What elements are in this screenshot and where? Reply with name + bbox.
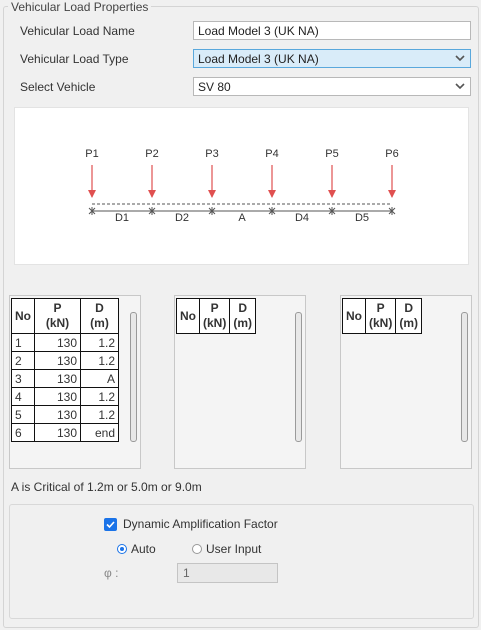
header-p-unit: (kN) bbox=[203, 316, 227, 330]
chevron-down-icon bbox=[455, 83, 465, 90]
header-no: No bbox=[342, 298, 366, 334]
vehicular-load-type-select[interactable]: Load Model 3 (UK NA) bbox=[193, 49, 471, 68]
td-no[interactable]: 4 bbox=[11, 387, 35, 406]
daf-checkbox-label: Dynamic Amplification Factor bbox=[123, 517, 278, 531]
table-scrollbar[interactable] bbox=[295, 312, 302, 442]
header-p-label: P bbox=[210, 301, 219, 315]
header-d-label: D bbox=[404, 301, 414, 315]
table-scrollbar[interactable] bbox=[130, 312, 137, 442]
td-p[interactable]: 130 bbox=[34, 405, 81, 424]
axle-load-table-3[interactable]: No P (kN) D (m) bbox=[340, 295, 472, 469]
chevron-down-icon bbox=[455, 55, 465, 62]
header-d: D (m) bbox=[229, 298, 257, 334]
table-row[interactable]: 4 130 1.2 bbox=[11, 387, 119, 406]
group-title: Vehicular Load Properties bbox=[8, 0, 152, 14]
load-label-4: P4 bbox=[265, 148, 278, 160]
load-label-2: P2 bbox=[145, 148, 158, 160]
header-p-label: P bbox=[53, 301, 62, 315]
load-label-5: P5 bbox=[325, 148, 338, 160]
axle-load-grid: No P (kN) D (m) 1 130 1.2 2 130 1.2 3 130 A 4 130 1.2… bbox=[11, 298, 119, 442]
axle-load-table-2[interactable]: No P (kN) D (m) bbox=[174, 295, 306, 469]
spacing-label-2: D2 bbox=[175, 212, 189, 224]
td-p[interactable]: 130 bbox=[34, 369, 81, 388]
spacing-label-5: D5 bbox=[355, 212, 369, 224]
td-d[interactable]: 1.2 bbox=[80, 351, 119, 370]
td-p[interactable]: 130 bbox=[34, 351, 81, 370]
header-d-unit: (m) bbox=[399, 316, 419, 330]
select-vehicle-select[interactable]: SV 80 bbox=[193, 77, 471, 96]
header-d: D (m) bbox=[395, 298, 423, 334]
select-vehicle-label: Select Vehicle bbox=[20, 80, 96, 94]
radio-auto[interactable] bbox=[117, 544, 127, 554]
radio-user-input-label: User Input bbox=[206, 542, 262, 556]
header-d-unit: (m) bbox=[233, 316, 253, 330]
table-row[interactable]: 2 130 1.2 bbox=[11, 351, 119, 370]
table-row[interactable]: 3 130 A bbox=[11, 369, 119, 388]
radio-auto-label: Auto bbox=[131, 542, 156, 556]
header-d: D (m) bbox=[80, 298, 119, 334]
td-no[interactable]: 3 bbox=[11, 369, 35, 388]
header-p: P (kN) bbox=[364, 298, 397, 334]
td-d[interactable]: 1.2 bbox=[80, 333, 119, 352]
select-vehicle-value: SV 80 bbox=[198, 80, 231, 94]
td-d[interactable]: 1.2 bbox=[80, 405, 119, 424]
header-no: No bbox=[176, 298, 200, 334]
vehicle-load-diagram: P1 P2 P3 P4 P5 P6 D1 D2 A D4 D5 bbox=[14, 107, 469, 265]
table-scrollbar[interactable] bbox=[461, 312, 468, 442]
td-d[interactable]: end bbox=[80, 423, 119, 442]
td-d[interactable]: 1.2 bbox=[80, 387, 119, 406]
header-p: P (kN) bbox=[34, 298, 81, 334]
td-p[interactable]: 130 bbox=[34, 387, 81, 406]
vehicular-load-name-value: Load Model 3 (UK NA) bbox=[198, 24, 319, 38]
critical-spacing-note: A is Critical of 1.2m or 5.0m or 9.0m bbox=[11, 480, 202, 494]
td-no[interactable]: 2 bbox=[11, 351, 35, 370]
vehicle-diagram-svg: P1 P2 P3 P4 P5 P6 D1 D2 A D4 D5 bbox=[85, 148, 398, 224]
header-p-label: P bbox=[376, 301, 385, 315]
phi-value: 1 bbox=[183, 566, 190, 580]
axle-load-grid: No P (kN) D (m) bbox=[176, 298, 257, 334]
load-label-1: P1 bbox=[85, 148, 98, 160]
table-row[interactable]: 6 130 end bbox=[11, 423, 119, 442]
table-row[interactable]: 1 130 1.2 bbox=[11, 333, 119, 352]
td-no[interactable]: 1 bbox=[11, 333, 35, 352]
phi-label: φ : bbox=[104, 566, 119, 580]
axle-load-table-1[interactable]: No P (kN) D (m) 1 130 1.2 2 130 1.2 3 130 A 4 130 1.2… bbox=[9, 295, 141, 469]
check-icon bbox=[106, 521, 115, 529]
spacing-label-3: A bbox=[238, 212, 246, 224]
load-label-6: P6 bbox=[385, 148, 398, 160]
header-d-unit: (m) bbox=[90, 316, 109, 330]
td-d[interactable]: A bbox=[80, 369, 119, 388]
header-d-label: D bbox=[238, 301, 248, 315]
phi-input: 1 bbox=[177, 563, 278, 583]
daf-checkbox[interactable] bbox=[104, 518, 117, 531]
td-p[interactable]: 130 bbox=[34, 333, 81, 352]
header-d-label: D bbox=[95, 301, 104, 315]
vehicular-load-name-input[interactable]: Load Model 3 (UK NA) bbox=[193, 21, 471, 40]
table-row[interactable]: 5 130 1.2 bbox=[11, 405, 119, 424]
vehicular-load-type-label: Vehicular Load Type bbox=[20, 52, 129, 66]
vehicular-load-name-label: Vehicular Load Name bbox=[20, 24, 135, 38]
spacing-label-1: D1 bbox=[115, 212, 129, 224]
header-no: No bbox=[11, 298, 35, 334]
vehicular-load-type-value: Load Model 3 (UK NA) bbox=[198, 52, 319, 66]
radio-user-input[interactable] bbox=[192, 544, 202, 554]
spacing-label-4: D4 bbox=[295, 212, 309, 224]
header-p-unit: (kN) bbox=[369, 316, 393, 330]
header-p-unit: (kN) bbox=[45, 316, 70, 330]
axle-load-grid: No P (kN) D (m) bbox=[342, 298, 423, 334]
td-no[interactable]: 5 bbox=[11, 405, 35, 424]
load-label-3: P3 bbox=[205, 148, 218, 160]
td-no[interactable]: 6 bbox=[11, 423, 35, 442]
header-p: P (kN) bbox=[198, 298, 231, 334]
td-p[interactable]: 130 bbox=[34, 423, 81, 442]
